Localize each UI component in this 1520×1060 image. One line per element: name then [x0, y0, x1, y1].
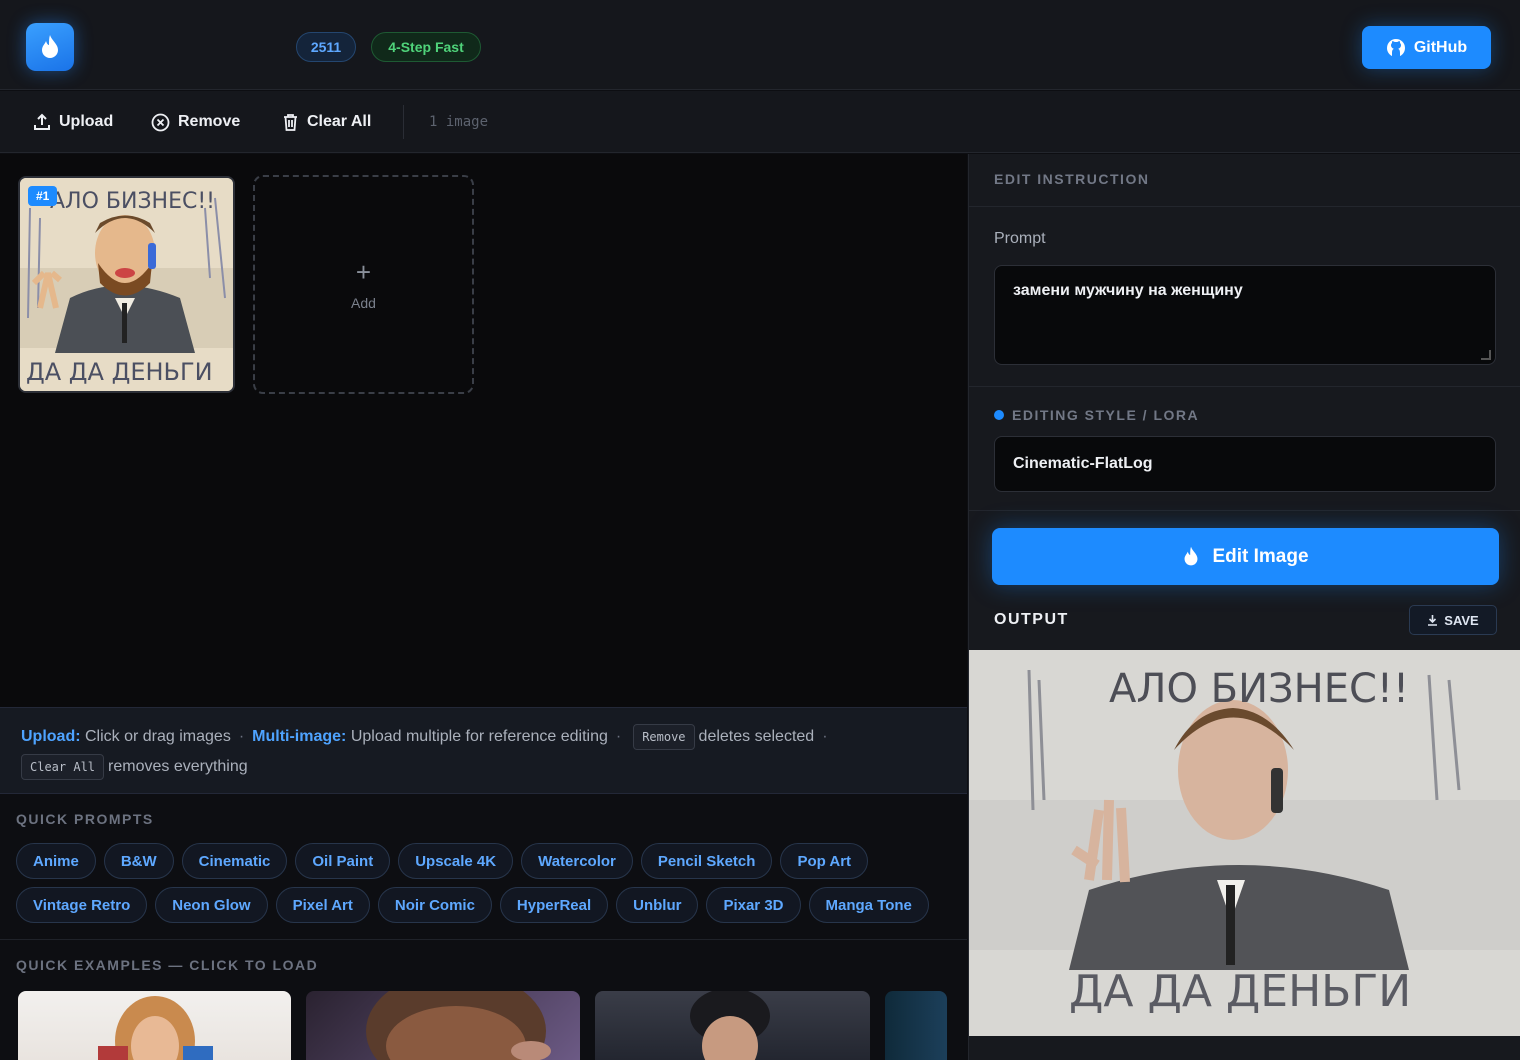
edit-image-label: Edit Image — [1212, 545, 1309, 567]
edit-image-button[interactable]: Edit Image — [992, 528, 1499, 585]
prompt-chip[interactable]: Cinematic — [181, 843, 288, 879]
prompt-chip[interactable]: Unblur — [616, 887, 699, 923]
input-thumbnail[interactable]: #1 АЛО БИЗНЕС!! ДА ДА ДЕНЬГИ — [18, 176, 235, 393]
app-logo[interactable] — [26, 23, 74, 71]
help-bar: Upload: Click or drag images · Multi-image… — [0, 707, 967, 794]
prompt-chip[interactable]: HyperReal — [499, 887, 609, 923]
remove-button[interactable]: Remove — [151, 91, 240, 153]
image-count: 1 image — [429, 114, 489, 130]
prompt-chip[interactable]: Manga Tone — [808, 887, 929, 923]
prompt-label: Prompt — [994, 230, 1046, 247]
remove-label: Remove — [178, 113, 241, 130]
edit-instruction-title: EDIT INSTRUCTION — [994, 171, 1150, 187]
github-icon — [1386, 38, 1405, 57]
help-separator: · — [615, 728, 622, 745]
flame-icon — [42, 35, 58, 58]
help-upload-key: Upload: — [21, 728, 81, 745]
panel-divider — [969, 510, 1520, 511]
help-remove-kbd: Remove — [633, 724, 695, 750]
thumbnail-drawing: АЛО БИЗНЕС!! ДА ДА ДЕНЬГИ — [20, 178, 233, 391]
plus-icon: + — [355, 256, 372, 287]
help-multi-key: Multi-image: — [252, 728, 347, 745]
save-label: SAVE — [1444, 612, 1479, 628]
save-button[interactable]: SAVE — [1409, 605, 1497, 635]
help-remove-text: deletes selected — [698, 728, 815, 745]
quick-prompts-title: QUICK PROMPTS — [16, 811, 154, 827]
clear-all-button[interactable]: Clear All — [282, 91, 371, 153]
lora-style-value: Cinematic-FlatLog — [1013, 455, 1153, 472]
upload-icon — [34, 113, 50, 130]
toolbar: Upload Remove Clear All 1 image — [0, 91, 1520, 153]
thumbnail-bottom-text: ДА ДА ДЕНЬГИ — [26, 358, 213, 386]
example-card-4[interactable] — [885, 991, 947, 1060]
example-card-2[interactable] — [306, 991, 580, 1060]
prompt-text: замени мужчину на женщину — [1013, 282, 1243, 299]
quick-examples-title: QUICK EXAMPLES — CLICK TO LOAD — [16, 957, 319, 973]
quick-prompts-row-2: Vintage Retro Neon Glow Pixel Art Noir C… — [16, 887, 929, 923]
prompt-chip[interactable]: Anime — [16, 843, 96, 879]
prompt-chip[interactable]: Vintage Retro — [16, 887, 148, 923]
help-separator: · — [822, 728, 828, 745]
prompt-chip[interactable]: Neon Glow — [155, 887, 268, 923]
output-title: OUTPUT — [994, 611, 1069, 628]
help-separator: · — [238, 728, 245, 745]
upload-button[interactable]: Upload — [33, 91, 113, 153]
prompt-chip[interactable]: Noir Comic — [377, 887, 492, 923]
speed-badge: 4-Step Fast — [371, 32, 481, 62]
github-label: GitHub — [1413, 38, 1468, 56]
edit-panel: EDIT INSTRUCTION Prompt замени мужчину н… — [968, 154, 1520, 1060]
prompt-chip[interactable]: Watercolor — [521, 843, 633, 879]
panel-divider — [969, 206, 1520, 207]
lora-style-select[interactable]: Cinematic-FlatLog — [994, 436, 1496, 492]
flame-icon — [1184, 546, 1198, 566]
style-indicator-dot — [994, 410, 1004, 420]
help-clear-text: removes everything — [108, 758, 248, 775]
prompt-textarea[interactable]: замени мужчину на женщину — [994, 265, 1496, 365]
version-badge: 2511 — [296, 32, 356, 62]
help-multi-text: Upload multiple for reference editing — [350, 728, 608, 745]
example-card-1[interactable] — [18, 991, 291, 1060]
output-drawing: АЛО БИЗНЕС!! ДА ДА ДЕНЬГИ — [969, 650, 1520, 1036]
upload-label: Upload — [59, 113, 114, 130]
examples-divider — [0, 939, 967, 940]
panel-divider — [969, 386, 1520, 387]
remove-circle-icon — [151, 113, 170, 131]
editing-style-title: EDITING STYLE / LORA — [1012, 407, 1200, 423]
prompt-chip[interactable]: Upscale 4K — [398, 843, 514, 879]
prompt-chip[interactable]: Pixar 3D — [706, 887, 801, 923]
download-icon — [1428, 615, 1438, 626]
clear-all-label: Clear All — [307, 113, 372, 130]
github-button[interactable]: GitHub — [1362, 26, 1491, 69]
prompt-chip[interactable]: Pencil Sketch — [640, 843, 773, 879]
help-upload-text: Click or drag images — [85, 728, 231, 745]
output-top-text: АЛО БИЗНЕС!! — [1109, 666, 1409, 712]
prompt-chip[interactable]: Pixel Art — [275, 887, 370, 923]
example-portrait-image — [366, 991, 551, 1060]
quick-prompts-row-1: Anime B&W Cinematic Oil Paint Upscale 4K… — [16, 843, 869, 879]
add-label: Add — [351, 294, 376, 311]
output-image[interactable]: АЛО БИЗНЕС!! ДА ДА ДЕНЬГИ — [969, 650, 1520, 1036]
thumbnail-top-text: АЛО БИЗНЕС!! — [50, 189, 215, 214]
output-bottom-text: ДА ДА ДЕНЬГИ — [1069, 966, 1411, 1017]
top-header: 2511 4-Step Fast GitHub — [0, 0, 1520, 90]
prompt-chip[interactable]: Pop Art — [780, 843, 869, 879]
prompt-chip[interactable]: B&W — [103, 843, 174, 879]
resize-handle[interactable] — [1481, 350, 1491, 360]
prompt-chip[interactable]: Oil Paint — [295, 843, 391, 879]
trash-icon — [284, 113, 297, 131]
add-image-tile[interactable]: + Add — [253, 175, 474, 394]
example-portrait-image — [98, 996, 213, 1060]
thumbnail-index-badge: #1 — [28, 186, 58, 206]
example-card-3[interactable] — [595, 991, 870, 1060]
help-clear-kbd: Clear All — [21, 754, 105, 780]
example-portrait-image — [690, 991, 770, 1060]
toolbar-divider — [403, 105, 404, 139]
